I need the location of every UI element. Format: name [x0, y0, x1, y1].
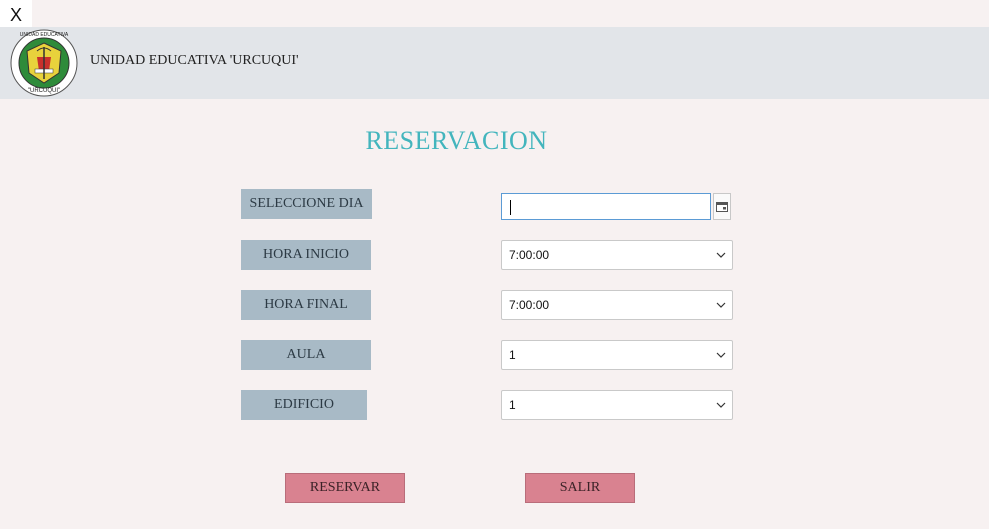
label-building: EDIFICIO — [241, 390, 367, 420]
calendar-button[interactable] — [713, 193, 731, 220]
label-start-time: HORA INICIO — [241, 240, 371, 270]
start-time-value: 7:00:00 — [509, 248, 550, 262]
chevron-down-icon — [716, 352, 726, 358]
chevron-down-icon — [716, 402, 726, 408]
logo-top-text: UNIDAD EDUCATIVA — [20, 32, 69, 38]
text-caret — [510, 200, 511, 215]
building-value: 1 — [509, 398, 516, 412]
chevron-down-icon — [716, 302, 726, 308]
start-time-select[interactable]: 7:00:00 — [501, 240, 733, 270]
building-select[interactable]: 1 — [501, 390, 733, 420]
end-time-select[interactable]: 7:00:00 — [501, 290, 733, 320]
calendar-icon — [716, 202, 728, 212]
date-input[interactable] — [501, 193, 711, 220]
label-room: AULA — [241, 340, 371, 370]
chevron-down-icon — [716, 252, 726, 258]
school-logo: "URCUQUI" UNIDAD EDUCATIVA — [10, 29, 78, 97]
end-time-value: 7:00:00 — [509, 298, 550, 312]
reserve-button[interactable]: RESERVAR — [285, 473, 405, 503]
exit-button[interactable]: SALIR — [525, 473, 635, 503]
page-title: RESERVACION — [365, 126, 548, 155]
label-select-day: SELECCIONE DIA — [241, 189, 372, 219]
room-value: 1 — [509, 348, 516, 362]
school-name: UNIDAD EDUCATIVA 'URCUQUI' — [90, 53, 299, 68]
close-button[interactable]: X — [0, 0, 32, 28]
room-select[interactable]: 1 — [501, 340, 733, 370]
logo-bottom-text: "URCUQUI" — [28, 88, 60, 94]
label-end-time: HORA FINAL — [241, 290, 371, 320]
header-bar: "URCUQUI" UNIDAD EDUCATIVA UNIDAD EDUCAT… — [0, 27, 989, 99]
